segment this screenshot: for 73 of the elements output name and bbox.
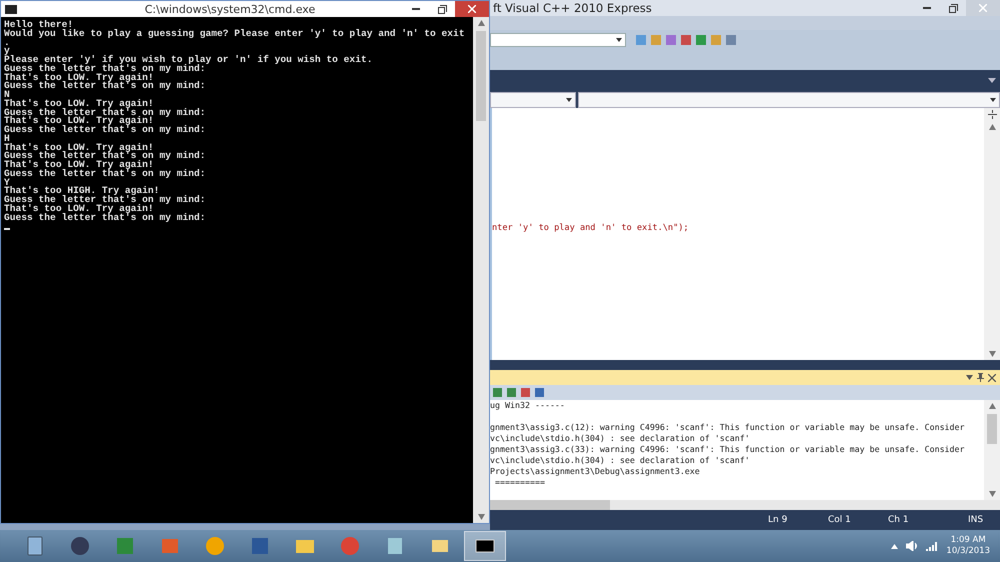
- orb-icon: [69, 535, 91, 557]
- scrollbar[interactable]: [984, 400, 1000, 500]
- console-line: Guess the letter that's on my mind:: [4, 108, 207, 118]
- window-title: ft Visual C++ 2010 Express: [493, 1, 653, 15]
- arrow-icon[interactable]: [988, 491, 996, 497]
- console-line: Guess the letter that's on my mind:: [4, 214, 207, 222]
- close-icon[interactable]: [988, 374, 996, 382]
- console-line: Guess the letter that's on my mind:: [4, 126, 207, 135]
- restore-icon: [438, 4, 446, 14]
- arrow-icon[interactable]: [478, 20, 484, 26]
- arrow-icon[interactable]: [988, 403, 996, 409]
- console-line: That's too LOW. Try again!: [4, 74, 155, 82]
- console-line: Y: [4, 178, 10, 188]
- output-line: ug Win32 ------: [490, 400, 566, 411]
- output-line: gnment3\assig3.c(33): warning C4996: 'scanf': This function or variable may be unsafe. Consider: [490, 444, 966, 455]
- arrow-icon[interactable]: [988, 124, 996, 130]
- scrollbar[interactable]: [473, 17, 489, 523]
- console-line: Guess the letter that's on my mind:: [4, 196, 207, 205]
- split-icon[interactable]: [988, 110, 996, 119]
- clock[interactable]: 1:09 AM 10/3/2013: [946, 535, 990, 557]
- console-line: Guess the letter that's on my mind:: [4, 82, 207, 91]
- scrollbar-thumb[interactable]: [476, 31, 486, 121]
- arrow-icon[interactable]: [988, 351, 996, 357]
- speaker-icon[interactable]: [906, 541, 918, 551]
- status-text: INS: [968, 515, 984, 525]
- console-line: Guess the letter that's on my mind:: [4, 170, 207, 178]
- console-line: That's too LOW. Try again!: [4, 100, 155, 108]
- minimize-icon: [923, 7, 931, 9]
- caret-icon[interactable]: [566, 98, 572, 102]
- pin-icon[interactable]: [977, 373, 984, 382]
- status-text: Ch 1: [888, 515, 910, 525]
- window-title: C:\windows\system32\cmd.exe: [144, 2, 316, 16]
- console-line: That's too LOW. Try again!: [4, 117, 155, 126]
- scrollbar[interactable]: [984, 108, 1000, 360]
- console-line: Hello there!: [4, 21, 74, 30]
- console-line: That's too LOW. Try again!: [4, 144, 155, 152]
- signal-icon[interactable]: [926, 541, 938, 551]
- arrow-icon[interactable]: [478, 514, 484, 520]
- dropdown-icon[interactable]: [966, 375, 973, 380]
- output-line: Projects\assignment3\Debug\assignment3.exe: [490, 466, 701, 477]
- console-icon: [5, 4, 17, 14]
- output-line: gnment3\assig3.c(12): warning C4996: 'scanf': This function or variable may be unsafe. Consider: [490, 422, 966, 433]
- restore-icon: [948, 4, 958, 12]
- close-icon: [979, 4, 987, 12]
- console-line: Please enter 'y' if you wish to play or 'n' if you wish to exit.: [4, 56, 374, 65]
- console-line: y: [4, 47, 10, 56]
- console-line: .: [4, 38, 11, 48]
- dropdown-icon[interactable]: [988, 78, 996, 82]
- output-line: vc\include\stdio.h(304) : see declaration of 'scanf': [490, 455, 751, 466]
- taskbar-app-button[interactable]: [464, 531, 506, 561]
- console-line: Guess the letter that's on my mind:: [4, 64, 206, 74]
- console-line: That's too HIGH. Try again!: [4, 187, 160, 196]
- minimize-icon: [412, 8, 420, 10]
- console-line: Would you like to play a guessing game? Please enter 'y' to play and 'n' to exit: [4, 30, 466, 38]
- output-line: vc\include\stdio.h(304) : see declaration of 'scanf': [490, 433, 751, 444]
- text-cursor: [4, 228, 10, 230]
- console-line: N: [4, 91, 10, 100]
- code-line: nter 'y' to play and 'n' to exit.\n");: [492, 223, 689, 233]
- scrollbar-thumb[interactable]: [987, 414, 997, 444]
- output-line: ==========: [494, 477, 546, 488]
- caret-icon[interactable]: [990, 98, 996, 102]
- console-line: Guess the letter that's on my mind:: [4, 152, 207, 161]
- status-text: Ln 9: [768, 515, 788, 525]
- close-button[interactable]: [455, 1, 489, 17]
- caret-icon[interactable]: [616, 38, 622, 42]
- close-icon: [468, 5, 476, 13]
- status-text: Col 1: [828, 515, 852, 525]
- console-line: That's too LOW. Try again!: [4, 161, 155, 170]
- clock-date: 10/3/2013: [946, 546, 990, 557]
- horizontal-scrollbar[interactable]: [490, 500, 1000, 510]
- console-line: H: [4, 134, 10, 144]
- console-line: That's too LOW. Try again!: [4, 204, 155, 214]
- clock-time: 1:09 AM: [950, 535, 986, 546]
